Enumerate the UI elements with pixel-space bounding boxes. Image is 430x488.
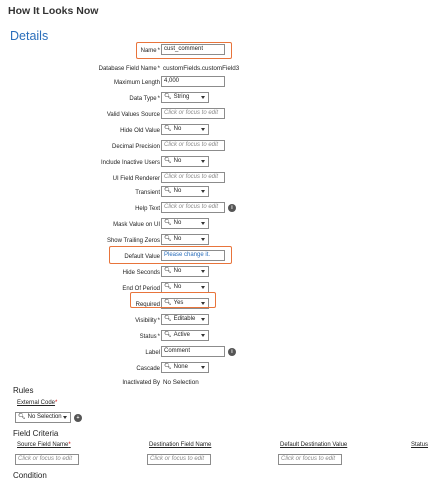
caret-down-icon xyxy=(201,286,205,289)
default-destination-value-input[interactable]: Click or focus to edit xyxy=(278,454,342,465)
info-icon[interactable]: i xyxy=(228,348,236,356)
external-code-label: External Code* xyxy=(17,400,58,406)
valid-values-source-input[interactable]: Click or focus to edit xyxy=(161,108,225,119)
caret-down-icon xyxy=(201,238,205,241)
decimal-precision-label: Decimal Precision xyxy=(111,144,160,150)
row-inactivated-by: Inactivated By No Selection xyxy=(0,376,430,390)
search-icon: 🔍︎ xyxy=(164,126,172,132)
visibility-select[interactable]: 🔍︎ Editable xyxy=(161,314,209,325)
row-mask-value-on-ui: Mask Value on UI 🔍︎ No xyxy=(0,218,430,232)
search-icon: 🔍︎ xyxy=(164,364,172,370)
max-length-label: Maximum Length xyxy=(113,80,160,86)
row-ui-field-renderer: UI Field Renderer Click or focus to edit xyxy=(0,172,430,186)
row-data-type: Data Type* 🔍︎ String xyxy=(0,92,430,106)
inactivated-by-label: Inactivated By xyxy=(122,380,160,386)
row-hide-seconds: Hide Seconds 🔍︎ No xyxy=(0,266,430,280)
row-visibility: Visibility* 🔍︎ Editable xyxy=(0,314,430,328)
label-label: Label xyxy=(145,350,160,356)
caret-down-icon xyxy=(201,270,205,273)
rules-title: Rules xyxy=(13,386,34,395)
hide-seconds-select[interactable]: 🔍︎ No xyxy=(161,266,209,277)
search-icon: 🔍︎ xyxy=(18,414,26,420)
mask-value-on-ui-select[interactable]: 🔍︎ No xyxy=(161,218,209,229)
include-inactive-users-label: Include Inactive Users xyxy=(100,160,160,166)
caret-down-icon xyxy=(201,160,205,163)
search-icon: 🔍︎ xyxy=(164,268,172,274)
hide-old-value-select[interactable]: 🔍︎ No xyxy=(161,124,209,135)
row-help-text: Help Text Click or focus to edit i xyxy=(0,202,430,216)
caret-down-icon xyxy=(201,190,205,193)
row-transient: Transient 🔍︎ No xyxy=(0,186,430,200)
mask-value-on-ui-label: Mask Value on UI xyxy=(113,222,160,228)
row-decimal-precision: Decimal Precision Click or focus to edit xyxy=(0,140,430,154)
col-source-field-name: Source Field Name* xyxy=(17,442,71,448)
add-icon[interactable]: + xyxy=(74,414,82,422)
page-heading: How It Looks Now xyxy=(8,5,99,17)
row-status: Status* 🔍︎ Active xyxy=(0,330,430,344)
search-icon: 🔍︎ xyxy=(164,158,172,164)
help-text-label: Help Text xyxy=(135,206,160,212)
section-title-details: Details xyxy=(10,29,49,43)
search-icon: 🔍︎ xyxy=(164,316,172,322)
external-code-select[interactable]: 🔍︎ No Selection xyxy=(15,412,71,423)
search-icon: 🔍︎ xyxy=(164,188,172,194)
destination-field-name-input[interactable]: Click or focus to edit xyxy=(147,454,211,465)
search-icon: 🔍︎ xyxy=(164,284,172,290)
row-db-field-name: Database Field Name* customFields.customF… xyxy=(0,62,430,76)
decimal-precision-input[interactable]: Click or focus to edit xyxy=(161,140,225,151)
row-label: Label Comment i xyxy=(0,346,430,360)
search-icon: 🔍︎ xyxy=(164,332,172,338)
caret-down-icon xyxy=(201,366,205,369)
caret-down-icon xyxy=(63,416,67,419)
help-text-input[interactable]: Click or focus to edit xyxy=(161,202,225,213)
hide-old-value-label: Hide Old Value xyxy=(120,128,160,134)
show-trailing-zeros-select[interactable]: 🔍︎ No xyxy=(161,234,209,245)
condition-title: Condition xyxy=(13,471,47,480)
search-icon: 🔍︎ xyxy=(164,236,172,242)
transient-label: Transient xyxy=(135,190,160,196)
search-icon: 🔍︎ xyxy=(164,220,172,226)
db-field-name-label: Database Field Name* xyxy=(98,66,160,72)
field-criteria-title: Field Criteria xyxy=(13,429,59,438)
valid-values-source-label: Valid Values Source xyxy=(106,112,160,118)
ui-field-renderer-label: UI Field Renderer xyxy=(112,176,160,182)
col-destination-field-name: Destination Field Name xyxy=(149,442,212,448)
row-max-length: Maximum Length 4,000 xyxy=(0,76,430,90)
source-field-name-input[interactable]: Click or focus to edit xyxy=(15,454,79,465)
highlight-default-value xyxy=(109,246,232,264)
row-cascade: Cascade 🔍︎ None xyxy=(0,362,430,376)
search-icon: 🔍︎ xyxy=(164,94,172,100)
status-label: Status* xyxy=(139,334,160,340)
ui-field-renderer-input[interactable]: Click or focus to edit xyxy=(161,172,225,183)
cascade-label: Cascade xyxy=(136,366,160,372)
max-length-input[interactable]: 4,000 xyxy=(161,76,225,87)
label-input[interactable]: Comment xyxy=(161,346,225,357)
include-inactive-users-select[interactable]: 🔍︎ No xyxy=(161,156,209,167)
cascade-select[interactable]: 🔍︎ None xyxy=(161,362,209,373)
row-include-inactive-users: Include Inactive Users 🔍︎ No xyxy=(0,156,430,170)
status-select[interactable]: 🔍︎ Active xyxy=(161,330,209,341)
row-hide-old-value: Hide Old Value 🔍︎ No xyxy=(0,124,430,138)
caret-down-icon xyxy=(201,96,205,99)
db-field-name-value: customFields.customField3 xyxy=(163,65,240,72)
caret-down-icon xyxy=(201,222,205,225)
highlight-name xyxy=(136,42,232,59)
col-default-destination-value: Default Destination Value xyxy=(280,442,348,448)
info-icon[interactable]: i xyxy=(228,204,236,212)
data-type-label: Data Type* xyxy=(129,96,160,102)
transient-select[interactable]: 🔍︎ No xyxy=(161,186,209,197)
row-valid-values-source: Valid Values Source Click or focus to edi… xyxy=(0,108,430,122)
data-type-select[interactable]: 🔍︎ String xyxy=(161,92,209,103)
highlight-required xyxy=(130,292,216,308)
caret-down-icon xyxy=(201,318,205,321)
caret-down-icon xyxy=(201,334,205,337)
visibility-label: Visibility* xyxy=(135,318,160,324)
col-status: Status xyxy=(411,442,429,448)
caret-down-icon xyxy=(201,128,205,131)
inactivated-by-value: No Selection xyxy=(163,379,199,386)
hide-seconds-label: Hide Seconds xyxy=(122,270,160,276)
